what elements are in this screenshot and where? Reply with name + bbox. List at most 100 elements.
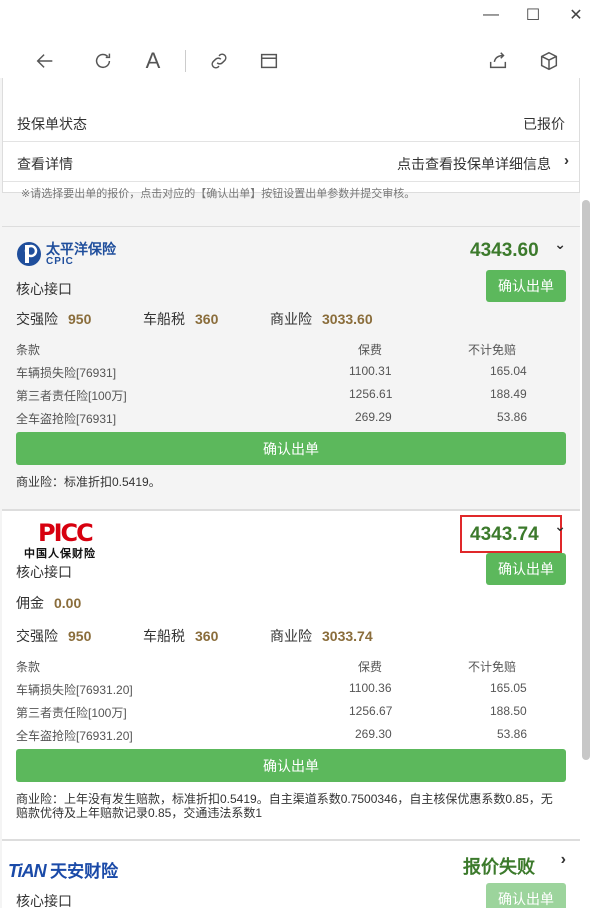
link-button[interactable] <box>205 47 233 75</box>
tax-value: 3033.60 <box>322 311 373 327</box>
table-cell: 188.50 <box>490 704 527 718</box>
table-cell: 车辆损失险[76931.20] <box>16 683 133 697</box>
table-header-deductible: 不计免赔 <box>468 343 517 357</box>
chevron-right-icon: › <box>564 152 569 169</box>
cpic-confirm-wide-button[interactable]: 确认出单 <box>16 432 566 465</box>
chevron-down-icon[interactable]: ⌄ <box>554 518 566 535</box>
tax-label: 交强险 <box>16 628 58 644</box>
refresh-icon <box>95 53 111 69</box>
info-row-detail[interactable]: 查看详情 点击查看投保单详细信息 › <box>3 142 579 182</box>
picc-commercial: 商业险 3033.74 <box>270 626 373 646</box>
share-icon <box>489 52 507 69</box>
tian-interface: 核心接口 <box>16 893 72 908</box>
table-cell: 165.04 <box>490 364 527 378</box>
window-button[interactable] <box>255 47 283 75</box>
price-highlight-box <box>460 515 562 553</box>
table-header-deductible: 不计免赔 <box>468 660 517 674</box>
page-content: 投保单状态 已报价 查看详情 点击查看投保单详细信息 › ※请选择要出单的报价，… <box>0 78 580 908</box>
close-icon: ✕ <box>569 7 583 24</box>
policy-info-box: 投保单状态 已报价 查看详情 点击查看投保单详细信息 › ※请选择要出单的报价，… <box>2 78 580 200</box>
toolbar-divider <box>185 50 186 72</box>
cpic-name-en: CPIC <box>46 256 74 267</box>
status-value: 已报价 <box>523 116 565 132</box>
picc-vehicle-tax: 车船税 360 <box>143 626 218 646</box>
window-title-bar: — ☐ ✕ <box>0 0 599 30</box>
cpic-compulsory: 交强险 950 <box>16 309 91 329</box>
tax-value: 3033.74 <box>322 628 373 644</box>
table-cell: 165.05 <box>490 681 527 695</box>
share-button[interactable] <box>484 47 512 75</box>
detail-link[interactable]: 点击查看投保单详细信息 <box>397 154 551 174</box>
commission-value: 0.00 <box>54 595 82 611</box>
table-cell: 188.49 <box>490 387 527 401</box>
picc-name: 中国人保财险 <box>24 548 96 560</box>
cpic-interface: 核心接口 <box>16 281 72 297</box>
tian-name: 天安财险 <box>50 862 119 881</box>
table-cell: 1256.67 <box>349 704 393 718</box>
table-cell: 1256.61 <box>349 387 393 401</box>
extension-button[interactable] <box>535 47 563 75</box>
table-cell: 车辆损失险[76931] <box>16 366 117 380</box>
font-button[interactable]: A <box>139 47 167 75</box>
cpic-total-price: 4343.60 <box>470 240 539 261</box>
selection-note: ※请选择要出单的报价，点击对应的【确认出单】按钮设置出单参数并提交审核。 <box>21 188 416 200</box>
back-arrow-icon <box>36 54 53 68</box>
maximize-icon: ☐ <box>525 7 541 24</box>
table-header-clause: 条款 <box>16 660 41 674</box>
close-button[interactable]: ✕ <box>556 0 596 30</box>
tian-confirm-button[interactable]: 确认出单 <box>486 883 566 908</box>
table-cell: 53.86 <box>497 727 528 741</box>
picc-remark-line1: 商业险：上年没有发生赔款，标准折扣0.5419。自主渠道系数0.7500346，… <box>16 792 553 806</box>
picc-confirm-button[interactable]: 确认出单 <box>486 553 566 585</box>
back-button[interactable] <box>31 47 59 75</box>
table-cell: 第三者责任险[100万] <box>16 389 127 403</box>
cpic-remark: 商业险：标准折扣0.5419。 <box>16 475 161 489</box>
detail-label: 查看详情 <box>17 156 73 172</box>
picc-remark-line2: 赔款优待及上年赔款记录0.85，交通违法系数1 <box>16 806 263 820</box>
picc-compulsory: 交强险 950 <box>16 626 91 646</box>
vertical-scrollbar[interactable] <box>582 200 590 760</box>
table-header-premium: 保费 <box>358 343 383 357</box>
table-cell: 269.29 <box>355 410 392 424</box>
tax-value: 950 <box>68 311 92 327</box>
table-header-premium: 保费 <box>358 660 383 674</box>
tax-value: 950 <box>68 628 92 644</box>
picc-interface: 核心接口 <box>16 564 72 580</box>
picc-commission: 佣金 0.00 <box>16 593 81 613</box>
refresh-button[interactable] <box>89 47 117 75</box>
tax-value: 360 <box>195 628 219 644</box>
table-cell: 1100.36 <box>349 681 392 695</box>
cpic-confirm-button[interactable]: 确认出单 <box>486 270 566 302</box>
picc-confirm-wide-button[interactable]: 确认出单 <box>16 749 566 782</box>
font-icon: A <box>145 48 161 73</box>
minimize-icon: — <box>483 6 499 23</box>
cpic-vehicle-tax: 车船税 360 <box>143 309 218 329</box>
table-cell: 1100.31 <box>349 364 392 378</box>
table-header-clause: 条款 <box>16 343 41 357</box>
tax-label: 交强险 <box>16 311 58 327</box>
table-cell: 269.30 <box>355 727 392 741</box>
cpic-commercial: 商业险 3033.60 <box>270 309 373 329</box>
tax-label: 车船税 <box>143 311 185 327</box>
tax-label: 商业险 <box>270 311 312 327</box>
status-label: 投保单状态 <box>17 116 87 132</box>
link-icon <box>211 53 227 69</box>
tian-logo: TiAN 天安财险 <box>8 857 118 882</box>
tax-label: 商业险 <box>270 628 312 644</box>
commission-label: 佣金 <box>16 595 44 611</box>
browser-window: — ☐ ✕ A 投保单状态 已报价 查看详情 点击查看投保单详细信息 › ※请选… <box>0 0 599 908</box>
tax-value: 360 <box>195 311 219 327</box>
table-cell: 全车盗抢险[76931] <box>16 412 117 426</box>
table-cell: 53.86 <box>497 410 528 424</box>
cube-icon <box>540 51 558 71</box>
table-cell: 全车盗抢险[76931.20] <box>16 729 133 743</box>
tian-status: 报价失败 <box>463 857 535 878</box>
maximize-button[interactable]: ☐ <box>513 0 553 30</box>
chevron-right-icon[interactable]: › <box>561 851 566 869</box>
minimize-button[interactable]: — <box>471 0 511 30</box>
picc-logo-text: PICC <box>38 519 94 547</box>
chevron-down-icon[interactable]: ⌄ <box>554 236 566 253</box>
info-row-status: 投保单状态 已报价 <box>3 102 579 142</box>
quote-card-cpic: 太平洋保险 CPIC 4343.60 ⌄ 核心接口 确认出单 交强险 950 车船… <box>2 226 580 510</box>
quote-card-picc: PICC 中国人保财险 4343.74 ⌄ 核心接口 确认出单 佣金 0.00 交… <box>2 510 580 840</box>
